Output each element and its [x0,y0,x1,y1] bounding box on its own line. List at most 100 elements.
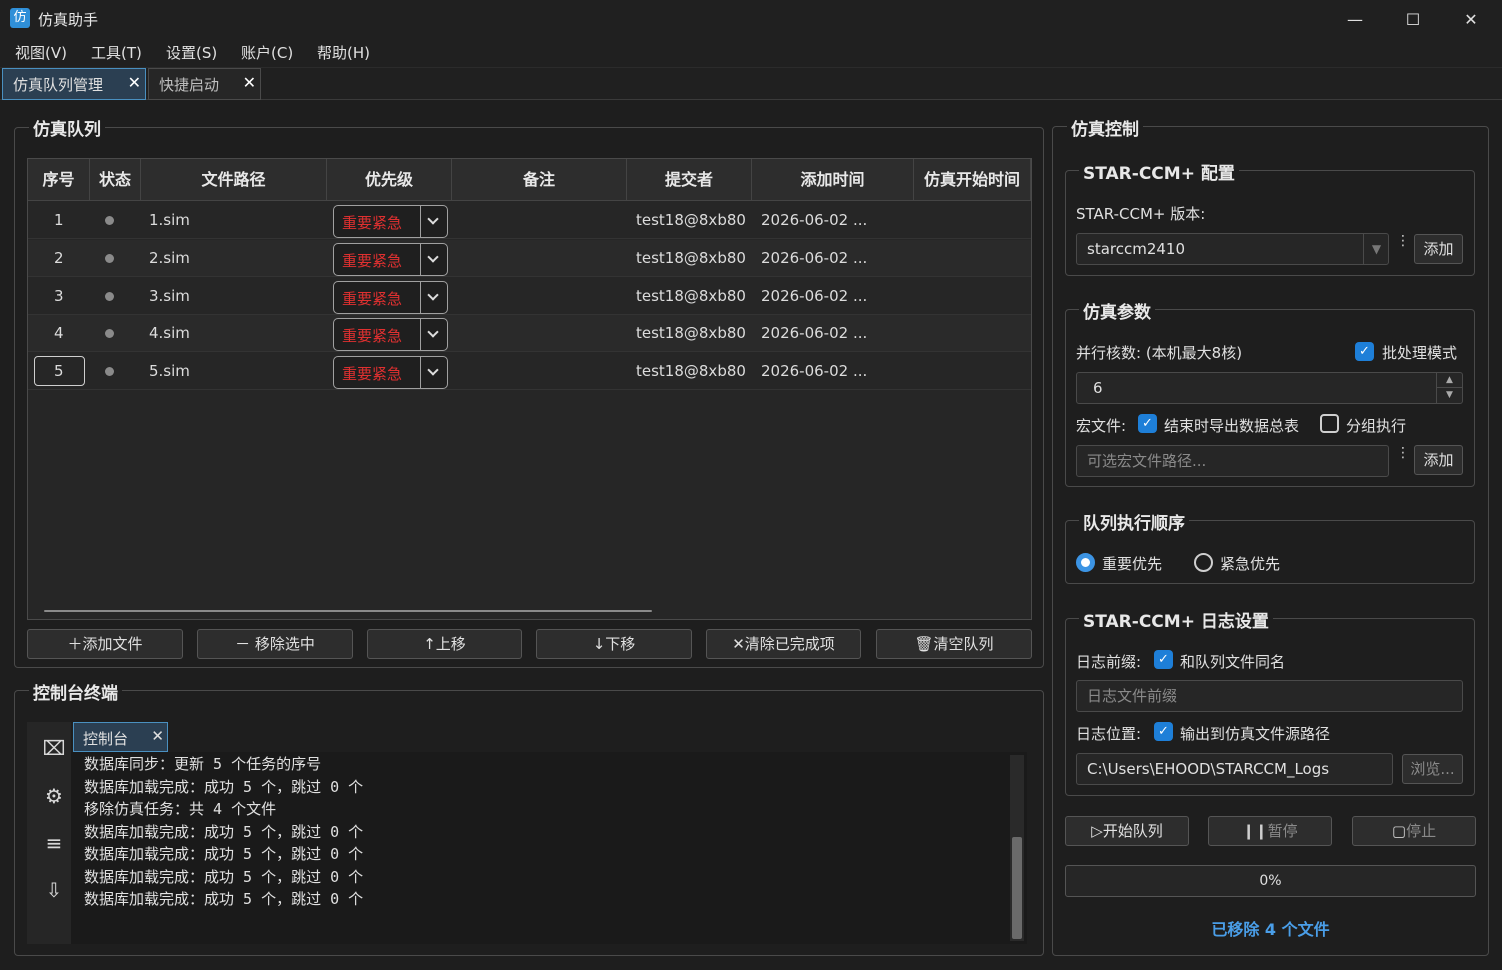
urgent-first-radio[interactable] [1194,553,1213,572]
add-version-button[interactable]: 添加 [1414,234,1463,264]
button-label: 上移 [435,635,466,653]
column-header[interactable]: 序号 [28,159,90,201]
tab-queue-management[interactable]: 仿真队列管理 ✕ [2,68,146,100]
menu-help[interactable]: 帮助(H) [317,42,370,63]
menu-view[interactable]: 视图(V) [15,42,67,63]
batch-mode-checkbox[interactable]: ✓ [1355,342,1374,361]
column-header[interactable]: 文件路径 [141,159,327,201]
same-name-label: 和队列文件同名 [1180,653,1286,671]
menu-tools[interactable]: 工具(T) [91,42,142,63]
priority-select[interactable]: 重要紧急 [333,205,448,238]
play-icon: ▷ [1091,822,1103,840]
chevron-down-icon [427,213,439,225]
row-note [458,278,618,315]
spin-up-icon[interactable]: ▲ [1436,373,1462,388]
pause-button[interactable]: ❙❙暂停 [1208,816,1332,846]
log-path-input[interactable]: C:\Users\EHOOD\STARCCM_Logs [1076,753,1393,785]
version-value: starccm2410 [1087,240,1186,258]
drag-handle-icon[interactable]: ⋮ [1396,234,1410,248]
output-source-checkbox[interactable]: ✓ [1154,722,1173,741]
maximize-button[interactable]: ☐ [1384,0,1442,38]
move-up-button[interactable]: ↑上移 [367,629,522,659]
spin-down-icon[interactable]: ▼ [1436,388,1462,403]
word-wrap-icon[interactable]: ≡ [39,828,69,858]
close-button[interactable]: ✕ [1442,0,1500,38]
horizontal-scrollbar[interactable] [44,610,652,612]
close-tab-icon[interactable]: ✕ [128,73,141,92]
auto-scroll-icon[interactable]: ⇩ [39,875,69,905]
row-file: 1.sim [149,211,190,229]
queue-table[interactable]: 序号 状态 文件路径 优先级 备注 提交者 添加时间 仿真开始时间 1 1.si… [27,158,1032,620]
log-prefix-input[interactable]: 日志文件前缀 [1076,680,1463,712]
button-label: 清除已完成项 [744,635,835,653]
chevron-down-icon [427,326,439,338]
clear-console-icon[interactable]: ⌧ [39,733,69,763]
column-header[interactable]: 提交者 [627,159,752,201]
output-source-label: 输出到仿真文件源路径 [1180,725,1331,743]
cores-spinbox[interactable]: 6 ▲ ▼ [1076,372,1463,404]
order-title: 队列执行顺序 [1079,509,1189,534]
dropdown-button[interactable] [420,244,447,275]
console-line: 数据库加载完成：成功 5 个，跳过 0 个 [84,890,364,908]
column-header[interactable]: 备注 [452,159,627,201]
remove-selected-button[interactable]: － 移除选中 [197,629,353,659]
column-header[interactable]: 优先级 [327,159,452,201]
row-index: 1 [54,211,64,229]
clear-queue-button[interactable]: 🗑清空队列 [876,629,1032,659]
dropdown-button[interactable] [420,206,447,237]
priority-select[interactable]: 重要紧急 [333,356,448,389]
table-row[interactable]: 2 2.sim 重要紧急 test18@8xb80 2026-06-02 ... [28,240,1031,277]
table-row[interactable]: 4 4.sim 重要紧急 test18@8xb80 2026-06-02 ... [28,315,1031,352]
console-tab[interactable]: 控制台 ✕ [73,722,168,752]
important-first-radio[interactable] [1076,553,1095,572]
column-header[interactable]: 仿真开始时间 [914,159,1031,201]
row-note [458,353,618,390]
close-icon: ✕ [732,635,745,653]
priority-select[interactable]: 重要紧急 [333,318,448,351]
settings-icon[interactable]: ⚙ [39,781,69,811]
add-macro-button[interactable]: 添加 [1414,445,1463,475]
button-label: 移除选中 [254,635,315,653]
priority-value: 重要紧急 [342,365,403,383]
arrow-up-icon: ↑ [423,635,436,653]
batch-mode-label: 批处理模式 [1382,344,1458,362]
close-tab-icon[interactable]: ✕ [151,727,164,745]
stop-button[interactable]: ▢停止 [1352,816,1476,846]
group-exec-checkbox[interactable] [1320,414,1339,433]
column-header[interactable]: 状态 [90,159,141,201]
macro-path-input[interactable]: 可选宏文件路径... [1076,445,1389,477]
scrollbar-thumb[interactable] [1012,837,1022,939]
drag-handle-icon[interactable]: ⋮ [1396,446,1410,460]
column-header[interactable]: 添加时间 [752,159,914,201]
tab-bar: 仿真队列管理 ✕ 快捷启动 ✕ [0,68,1502,100]
tab-quick-launch[interactable]: 快捷启动 ✕ [148,68,261,100]
dropdown-arrow-icon[interactable]: ▼ [1363,234,1389,264]
dropdown-button[interactable] [420,357,447,388]
close-tab-icon[interactable]: ✕ [243,73,256,92]
dropdown-button[interactable] [420,282,447,313]
table-row[interactable]: 1 1.sim 重要紧急 test18@8xb80 2026-06-02 ... [28,202,1031,239]
menu-account[interactable]: 账户(C) [241,42,293,63]
row-file: 5.sim [149,362,190,380]
same-name-checkbox[interactable]: ✓ [1154,650,1173,669]
move-down-button[interactable]: ↓下移 [536,629,692,659]
table-row[interactable]: 3 3.sim 重要紧急 test18@8xb80 2026-06-02 ... [28,278,1031,315]
status-dot-icon [105,329,114,338]
priority-select[interactable]: 重要紧急 [333,243,448,276]
log-prefix-label: 日志前缀: [1076,653,1142,671]
app-icon: 仿 [10,8,30,28]
row-submitter: test18@8xb80 [636,362,746,380]
version-select[interactable]: starccm2410 ▼ [1076,233,1389,265]
start-queue-button[interactable]: ▷开始队列 [1065,816,1189,846]
add-file-button[interactable]: ＋添加文件 [27,629,183,659]
table-row[interactable]: 5 5.sim 重要紧急 test18@8xb80 2026-06-02 ... [28,353,1031,390]
menu-settings[interactable]: 设置(S) [166,42,217,63]
minimize-button[interactable]: — [1326,0,1384,38]
browse-button[interactable]: 浏览... [1402,754,1463,784]
export-summary-checkbox[interactable]: ✓ [1138,414,1157,433]
dropdown-button[interactable] [420,319,447,350]
priority-select[interactable]: 重要紧急 [333,281,448,314]
console-scrollbar[interactable] [1010,755,1024,941]
row-note [458,202,618,239]
clear-completed-button[interactable]: ✕清除已完成项 [706,629,861,659]
